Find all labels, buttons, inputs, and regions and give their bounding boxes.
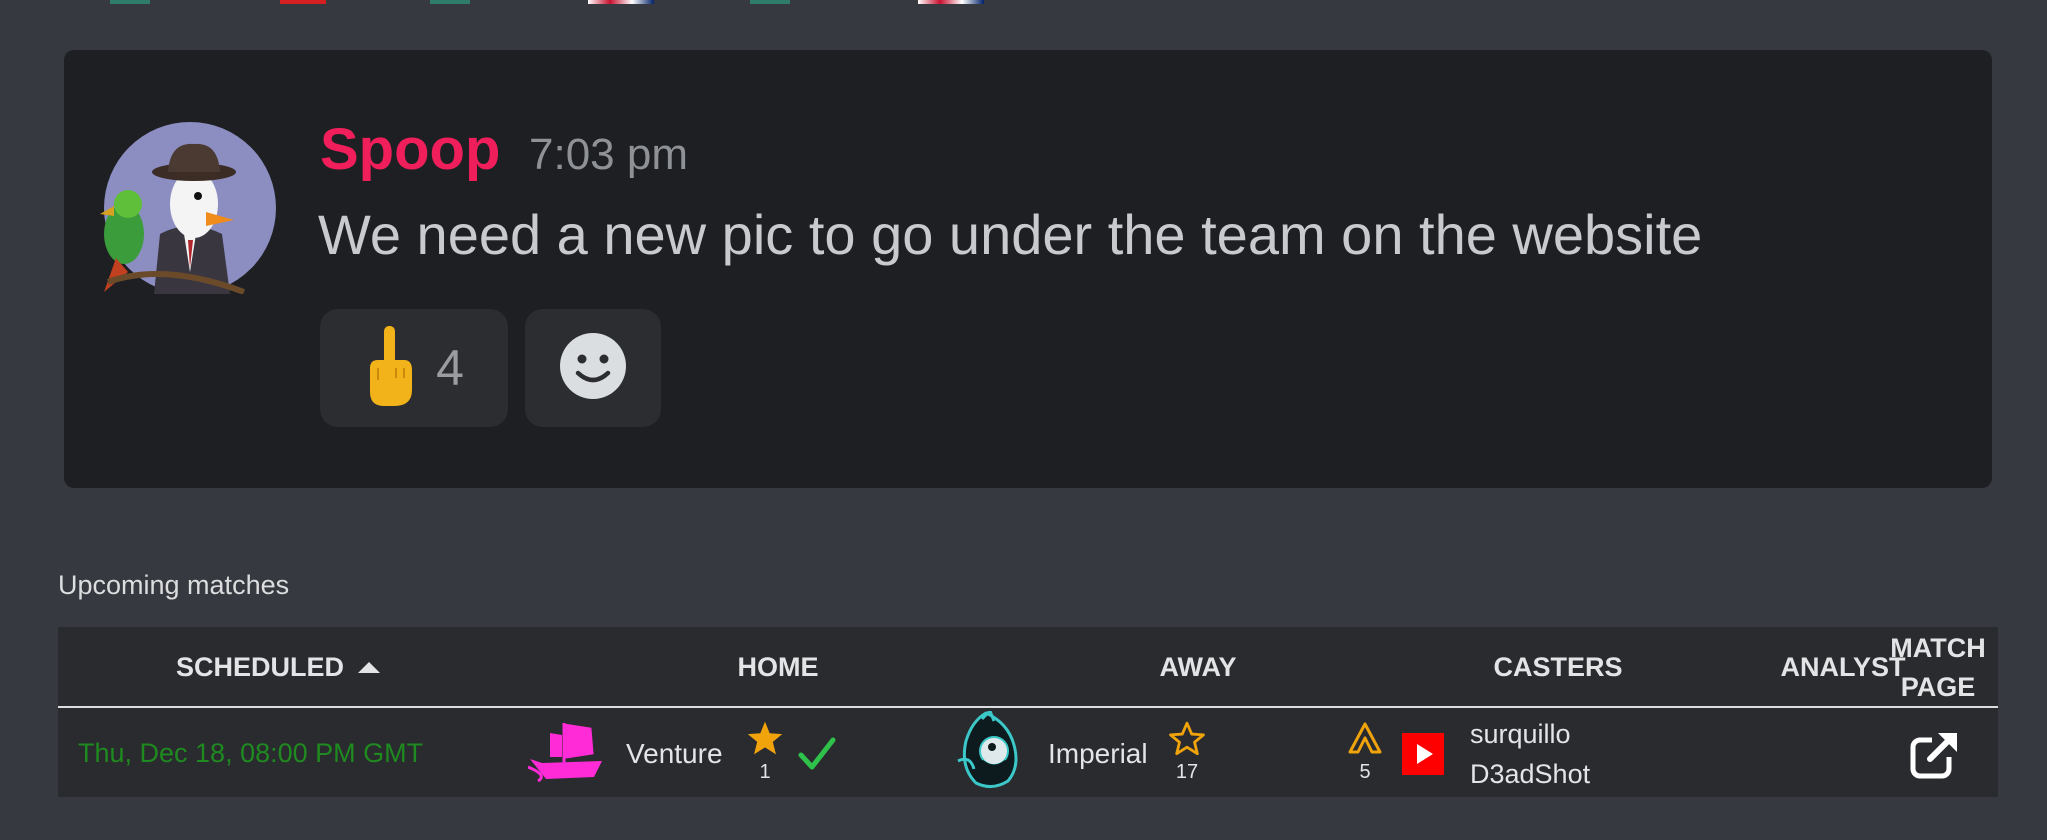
caster-name[interactable]: surquillo bbox=[1470, 714, 1571, 754]
imperial-mascot-logo-icon bbox=[952, 708, 1026, 796]
caster-rank: 5 bbox=[1346, 720, 1384, 784]
filled-star-icon bbox=[746, 720, 784, 761]
column-header-scheduled[interactable]: SCHEDULED bbox=[138, 627, 418, 708]
caster-rank-number: 5 bbox=[1359, 761, 1371, 783]
reaction-middle-finger[interactable]: 4 bbox=[320, 309, 508, 427]
column-header-away[interactable]: AWAY bbox=[1038, 627, 1358, 708]
away-team-name[interactable]: Imperial bbox=[1048, 710, 1148, 797]
message-timestamp: 7:03 pm bbox=[529, 130, 688, 179]
away-team-rating: 17 bbox=[1168, 720, 1206, 784]
section-title: Upcoming matches bbox=[58, 570, 290, 600]
orange-chevron-rank-icon bbox=[1346, 720, 1384, 761]
column-header-casters[interactable]: CASTERS bbox=[1398, 627, 1718, 708]
external-link-icon[interactable] bbox=[1910, 710, 1960, 797]
caster-list: surquillo D3adShot bbox=[1470, 710, 1590, 797]
home-team-name[interactable]: Venture bbox=[626, 710, 723, 797]
reaction-count: 4 bbox=[436, 340, 464, 396]
user-avatar[interactable] bbox=[100, 122, 276, 294]
message-username[interactable]: Spoop bbox=[320, 116, 500, 183]
message-text: We need a new pic to go under the team o… bbox=[318, 203, 1703, 266]
middle-finger-emoji-icon bbox=[364, 324, 414, 413]
add-reaction-button[interactable] bbox=[525, 309, 661, 427]
home-team-rating: 1 bbox=[746, 720, 784, 784]
away-team-logo bbox=[952, 708, 1026, 797]
add-reaction-smiley-icon bbox=[558, 331, 628, 406]
column-header-home[interactable]: HOME bbox=[618, 627, 938, 708]
table-header: SCHEDULED HOME AWAY CASTERS ANALYST MATC… bbox=[58, 627, 1998, 708]
match-scheduled-time: Thu, Dec 18, 08:00 PM GMT bbox=[78, 738, 424, 768]
top-cutoff-strip bbox=[0, 0, 2047, 6]
outline-star-icon bbox=[1168, 720, 1206, 761]
column-header-match-page[interactable]: MATCH PAGE bbox=[1878, 627, 1998, 708]
table-row[interactable]: Thu, Dec 18, 08:00 PM GMT Venture 1 Impe… bbox=[58, 708, 1998, 797]
away-star-count: 17 bbox=[1175, 761, 1199, 783]
message-card: Spoop 7:03 pm We need a new pic to go un… bbox=[64, 50, 1992, 488]
youtube-icon[interactable] bbox=[1402, 710, 1444, 797]
home-team-logo bbox=[527, 710, 608, 797]
home-star-count: 1 bbox=[759, 761, 771, 783]
caster-name[interactable]: D3adShot bbox=[1470, 754, 1590, 794]
pink-ship-logo-icon bbox=[527, 719, 608, 788]
matches-table: SCHEDULED HOME AWAY CASTERS ANALYST MATC… bbox=[58, 627, 1998, 797]
sort-ascending-icon bbox=[358, 662, 380, 673]
check-icon bbox=[798, 710, 836, 797]
